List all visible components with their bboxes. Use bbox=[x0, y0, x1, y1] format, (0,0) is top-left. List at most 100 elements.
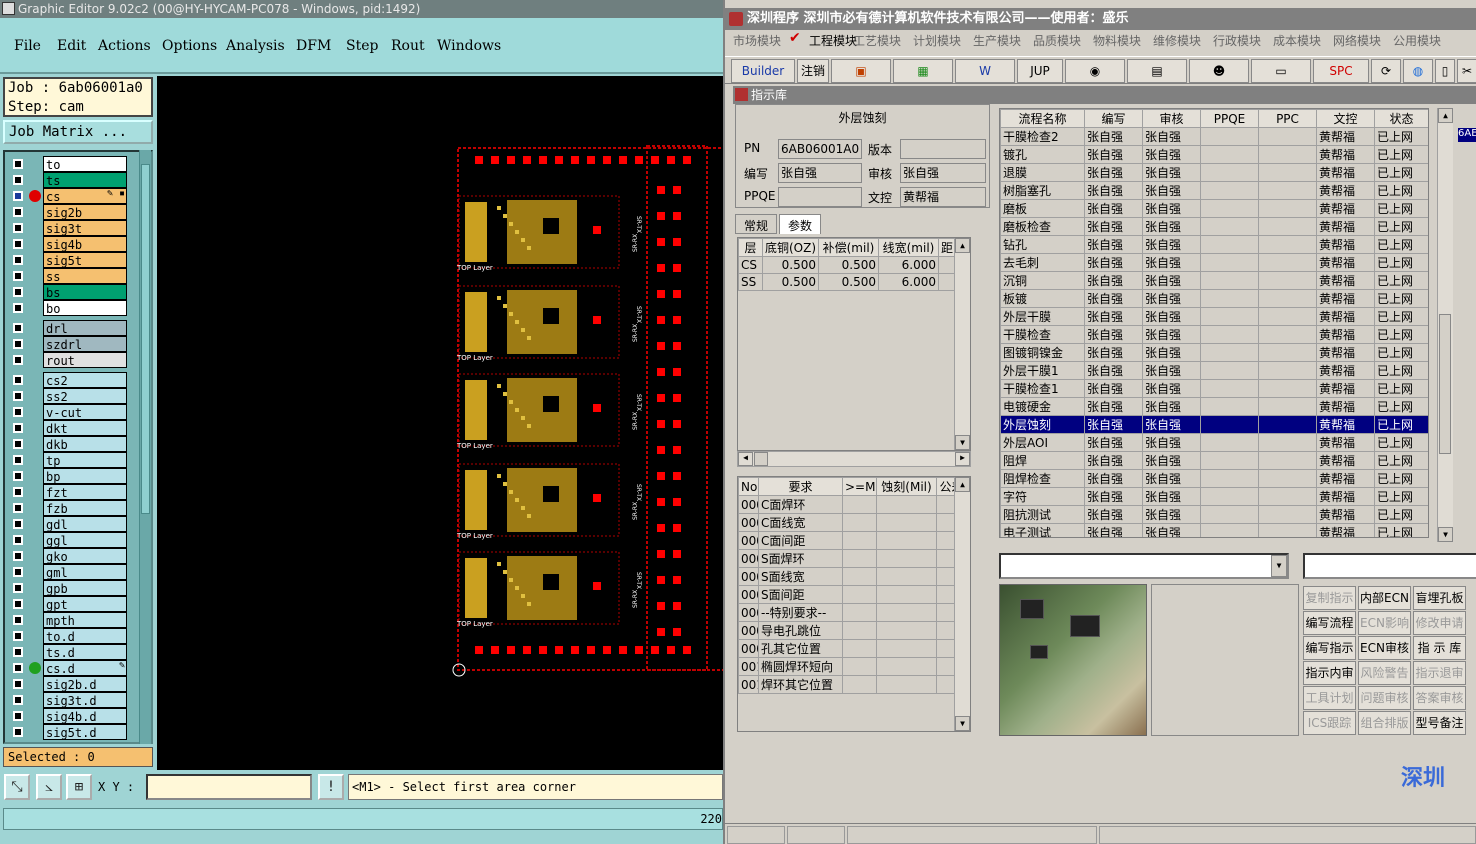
table-row[interactable]: 000--特别要求-- bbox=[738, 603, 967, 622]
table-row[interactable]: 000S面焊环 bbox=[738, 549, 967, 568]
layer-checkbox[interactable] bbox=[13, 391, 23, 401]
layer-checkbox[interactable] bbox=[13, 663, 23, 673]
module-10[interactable]: 网络模块 bbox=[1333, 32, 1381, 49]
layer-row[interactable]: v-cut bbox=[7, 404, 127, 420]
action-button[interactable]: 内部ECN bbox=[1358, 586, 1411, 610]
table-row[interactable]: 000S面间距 bbox=[738, 585, 967, 604]
layer-name[interactable]: tp bbox=[43, 452, 127, 468]
layer-row[interactable]: tp bbox=[7, 452, 127, 468]
table-row[interactable]: 000导电孔跳位 bbox=[738, 621, 967, 640]
column-header[interactable]: 状态 bbox=[1374, 109, 1428, 128]
process-flow-grid[interactable]: 流程名称 编写 审核 PPQE PPC 文控 状态 干膜检查2 张自强 张自强 黄帮福 已上网 镀孔 张自… bbox=[999, 108, 1429, 538]
layer-checkbox[interactable] bbox=[13, 439, 23, 449]
layer-row[interactable]: gpb bbox=[7, 580, 127, 596]
column-header[interactable]: 文控 bbox=[1316, 109, 1375, 128]
layer-name[interactable]: sig3t bbox=[43, 220, 127, 236]
action-button[interactable]: 复制指示 bbox=[1303, 586, 1356, 610]
grid-snap-icon[interactable]: ⊞ bbox=[66, 774, 92, 800]
pn-field[interactable]: 6AB06001A0 bbox=[778, 139, 862, 159]
column-header[interactable]: 审核 bbox=[1142, 109, 1201, 128]
menu-dfm[interactable]: DFM bbox=[296, 38, 331, 54]
layer-name[interactable]: dkb bbox=[43, 436, 127, 452]
pcb-canvas[interactable]: TOP Layer SR-TX SR-RX TOP Layer SR-TX SR-RX TO… bbox=[157, 76, 723, 770]
table-row[interactable]: 去毛刺 张自强 张自强 黄帮福 已上网 bbox=[1000, 253, 1428, 272]
layer-checkbox[interactable] bbox=[13, 423, 23, 433]
module-9[interactable]: 成本模块 bbox=[1273, 32, 1321, 49]
req-scrollbar[interactable]: ▲ ▼ bbox=[954, 477, 970, 731]
module-6[interactable]: 物料模块 bbox=[1093, 32, 1141, 49]
web-icon[interactable]: ◍ bbox=[1403, 59, 1433, 83]
tab-params[interactable]: 参数 bbox=[779, 214, 822, 234]
secondary-combo[interactable] bbox=[1303, 553, 1476, 579]
action-button[interactable]: 风险警告 bbox=[1358, 661, 1411, 685]
layer-row[interactable]: ss2 bbox=[7, 388, 127, 404]
scroll-down-icon[interactable]: ▼ bbox=[1438, 527, 1453, 542]
cut-icon[interactable]: ✂ bbox=[1457, 59, 1476, 83]
layer-name[interactable]: cs.d bbox=[43, 660, 127, 676]
module-1[interactable]: 工程模块 bbox=[809, 32, 857, 49]
layer-row[interactable]: ts bbox=[7, 172, 127, 188]
table-row[interactable]: 000孔其它位置 bbox=[738, 639, 967, 658]
version-field[interactable] bbox=[900, 139, 986, 159]
layer-name[interactable]: fzb bbox=[43, 500, 127, 516]
layer-row[interactable]: dkb bbox=[7, 436, 127, 452]
layer-row[interactable]: bo bbox=[7, 300, 127, 316]
layer-row[interactable]: fzt bbox=[7, 484, 127, 500]
table-row[interactable]: 电子测试 张自强 张自强 黄帮福 已上网 bbox=[1000, 523, 1428, 537]
layer-row[interactable]: cs2 bbox=[7, 372, 127, 388]
action-button[interactable]: 工具计划 bbox=[1303, 686, 1356, 710]
hscroll-thumb[interactable] bbox=[754, 452, 768, 466]
layer-name[interactable]: ss2 bbox=[43, 388, 127, 404]
layer-checkbox[interactable] bbox=[13, 615, 23, 625]
table-row[interactable]: 电镀硬金 张自强 张自强 黄帮福 已上网 bbox=[1000, 397, 1428, 416]
table-row[interactable]: 板镀 张自强 张自强 黄帮福 已上网 bbox=[1000, 289, 1428, 308]
layer-checkbox[interactable] bbox=[13, 631, 23, 641]
measure-icon[interactable]: ⦣ bbox=[36, 774, 62, 800]
layer-row[interactable]: mpth bbox=[7, 612, 127, 628]
action-button[interactable]: 指示退审 bbox=[1413, 661, 1466, 685]
column-header[interactable]: 线宽(mil) bbox=[878, 238, 939, 257]
layer-row[interactable]: sig5t.d bbox=[7, 724, 127, 740]
table-row[interactable]: 阻抗测试 张自强 张自强 黄帮福 已上网 bbox=[1000, 505, 1428, 524]
layer-name[interactable]: ss bbox=[43, 268, 127, 284]
job-matrix-button[interactable]: Job Matrix ... bbox=[3, 120, 153, 144]
layer-name[interactable]: bs bbox=[43, 284, 127, 300]
action-button[interactable]: 型号备注 bbox=[1413, 711, 1466, 735]
view-icon[interactable]: ◉ bbox=[1065, 59, 1125, 83]
layer-row[interactable]: ts.d bbox=[7, 644, 127, 660]
layer-row[interactable]: bp bbox=[7, 468, 127, 484]
layer-checkbox[interactable] bbox=[13, 207, 23, 217]
layer-row[interactable]: sig4b bbox=[7, 236, 127, 252]
document-icon[interactable]: ▯ bbox=[1435, 59, 1455, 83]
xy-input[interactable] bbox=[146, 774, 312, 800]
filter-combo[interactable]: ▼ bbox=[999, 553, 1289, 579]
layer-checkbox[interactable] bbox=[13, 407, 23, 417]
table-row[interactable]: 磨板检查 张自强 张自强 黄帮福 已上网 bbox=[1000, 217, 1428, 236]
table-row[interactable]: 000S面线宽 bbox=[738, 567, 967, 586]
menu-actions[interactable]: Actions bbox=[98, 38, 151, 54]
scroll-right-icon[interactable]: ▶ bbox=[955, 452, 970, 466]
param-scrollbar[interactable]: ▲ ▼ bbox=[954, 238, 970, 450]
table-row[interactable]: 镀孔 张自强 张自强 黄帮福 已上网 bbox=[1000, 145, 1428, 164]
layer-name[interactable]: drl bbox=[43, 320, 127, 336]
module-2[interactable]: 工艺模块 bbox=[853, 32, 901, 49]
layer-row[interactable]: sig2b.d bbox=[7, 676, 127, 692]
zoom-area-icon[interactable]: ⤡ bbox=[4, 774, 30, 800]
table-row[interactable]: 磨板 张自强 张自强 黄帮福 已上网 bbox=[1000, 199, 1428, 218]
layer-name[interactable]: sig3t.d bbox=[43, 692, 127, 708]
layer-checkbox[interactable] bbox=[13, 323, 23, 333]
layer-name[interactable]: bp bbox=[43, 468, 127, 484]
layer-checkbox[interactable] bbox=[13, 487, 23, 497]
word-icon[interactable]: W bbox=[955, 59, 1015, 83]
layer-row[interactable]: gko bbox=[7, 548, 127, 564]
table-row[interactable]: 外层蚀刻 张自强 张自强 黄帮福 已上网 bbox=[1000, 415, 1428, 434]
layer-checkbox[interactable] bbox=[13, 711, 23, 721]
action-button[interactable]: ECN审核 bbox=[1358, 636, 1411, 660]
menu-file[interactable]: File bbox=[14, 38, 41, 54]
layer-name[interactable]: szdrl bbox=[43, 336, 127, 352]
table-row[interactable]: 字符 张自强 张自强 黄帮福 已上网 bbox=[1000, 487, 1428, 506]
table-row[interactable]: 阻焊 张自强 张自强 黄帮福 已上网 bbox=[1000, 451, 1428, 470]
layer-scrollbar[interactable] bbox=[139, 150, 151, 744]
excel-icon[interactable]: ▦ bbox=[893, 59, 953, 83]
strip-item[interactable]: 6AE bbox=[1458, 128, 1476, 142]
